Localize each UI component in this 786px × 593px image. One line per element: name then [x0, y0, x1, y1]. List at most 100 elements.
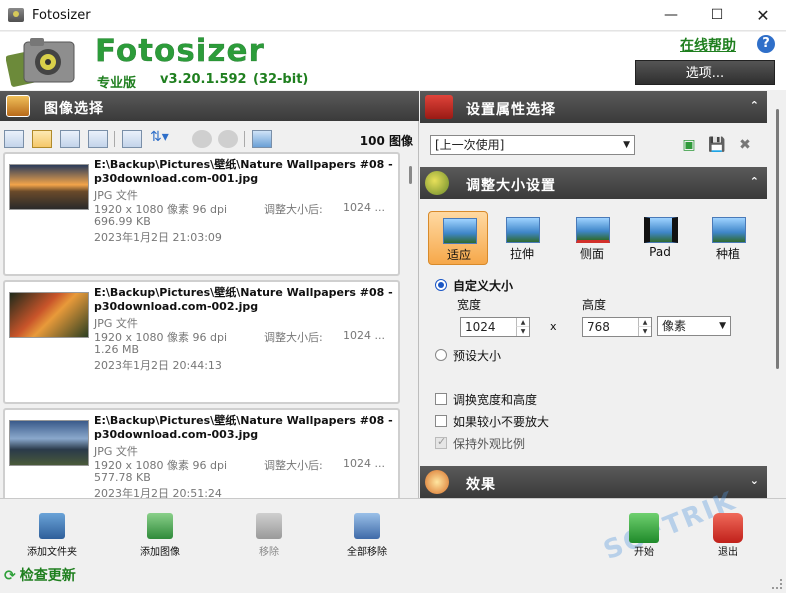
spin-down-icon[interactable]: ▼ — [516, 327, 529, 336]
settings-scrollbar[interactable] — [770, 97, 784, 497]
camera-logo-icon — [6, 38, 75, 87]
toolbar-separator — [114, 131, 115, 147]
magic-wand-icon — [425, 470, 449, 494]
exit-button[interactable]: 退出 — [693, 509, 763, 558]
swap-label: 调换宽度和高度 — [453, 393, 538, 407]
thumbnail — [9, 292, 89, 338]
image-toolbar: ⇅▾ 100 图像 — [0, 129, 419, 151]
mode-label: 种植 — [715, 247, 740, 261]
mode-fit[interactable]: 适应 — [428, 211, 488, 265]
width-label: 宽度 — [457, 298, 482, 312]
check-updates-link[interactable]: ⟳ 检查更新 — [4, 565, 76, 585]
preset-size-radio[interactable] — [435, 349, 447, 361]
image-selection-panel: 图像选择 ⇅▾ 100 图像 E:\Backup\Pictures\壁纸\Nat… — [0, 91, 419, 498]
pad-icon — [644, 217, 678, 243]
add-folder-icon — [39, 513, 65, 539]
list-item[interactable]: E:\Backup\Pictures\壁纸\Nature Wallpapers … — [3, 152, 400, 276]
fit-icon — [443, 218, 477, 244]
keep-aspect-checkbox[interactable] — [435, 435, 447, 449]
save-preset-icon[interactable]: 💾 — [708, 136, 726, 154]
close-button[interactable]: ✕ — [740, 0, 786, 31]
mode-crop[interactable]: 种植 — [698, 211, 758, 265]
add-folder-button[interactable]: 添加文件夹 — [17, 509, 87, 558]
options-button[interactable]: 选项... — [635, 60, 775, 85]
resize-header[interactable]: 调整大小设置 ⌃ — [420, 167, 767, 199]
app-header: Fotosizer 专业版 v3.20.1.592 (32-bit) 在线帮助 … — [0, 32, 786, 91]
collapse-icon[interactable]: ⌃ — [750, 99, 759, 112]
add-images-button[interactable]: 添加图像 — [125, 509, 195, 558]
effects-title: 效果 — [466, 477, 496, 493]
resize-label: 调整大小后: — [264, 331, 323, 344]
view-tiles-icon[interactable] — [60, 130, 80, 148]
online-help-link[interactable]: 在线帮助 — [680, 35, 736, 55]
no-enlarge-checkbox[interactable] — [435, 415, 447, 427]
delete-preset-icon[interactable]: ✖ — [736, 136, 754, 154]
columns-icon[interactable] — [122, 130, 142, 148]
list-item[interactable]: E:\Backup\Pictures\壁纸\Nature Wallpapers … — [3, 280, 400, 404]
spin-up-icon[interactable]: ▲ — [516, 318, 529, 327]
help-icon[interactable]: ? — [757, 35, 775, 53]
view-thumbnails-icon[interactable] — [32, 130, 52, 148]
title-bar: Fotosizer — ☐ ✕ — [0, 0, 786, 31]
remove-button[interactable]: 移除 — [234, 509, 304, 558]
remove-all-button[interactable]: 全部移除 — [332, 509, 402, 558]
file-name: E:\Backup\Pictures\壁纸\Nature Wallpapers … — [94, 286, 393, 313]
add-preset-icon[interactable]: ▣ — [680, 136, 698, 154]
preset-select[interactable]: [上一次使用] ▼ — [430, 135, 635, 155]
custom-size-label: 自定义大小 — [453, 279, 514, 293]
minimize-button[interactable]: — — [648, 0, 694, 31]
image-count: 100 图像 — [359, 134, 413, 148]
spin-down-icon[interactable]: ▼ — [638, 327, 651, 336]
start-button[interactable]: 开始 — [609, 509, 679, 558]
view-list-icon[interactable] — [88, 130, 108, 148]
profile-header[interactable]: 设置属性选择 ⌃ — [420, 91, 767, 123]
photo-stack-icon — [6, 95, 30, 117]
height-input[interactable]: 768 ▲ ▼ — [582, 317, 652, 337]
expand-icon[interactable]: ⌄ — [750, 474, 759, 487]
mode-pad[interactable]: Pad — [630, 211, 690, 265]
settings-panel: 设置属性选择 ⌃ [上一次使用] ▼ ▣ 💾 ✖ 调整大小设置 ⌃ 适应 拉伸 … — [420, 91, 786, 498]
unit-select[interactable]: 像素 ▼ — [657, 316, 731, 336]
image-list-scrollbar[interactable] — [404, 152, 418, 498]
image-panel-title: 图像选择 — [44, 101, 104, 117]
maximize-button[interactable]: ☐ — [694, 0, 740, 31]
preview-icon[interactable] — [252, 130, 272, 148]
file-name: E:\Backup\Pictures\壁纸\Nature Wallpapers … — [94, 158, 393, 185]
chevron-down-icon: ▼ — [623, 140, 630, 150]
version-label: v3.20.1.592 — [160, 72, 247, 87]
rotate-left-icon[interactable] — [192, 130, 212, 148]
list-item[interactable]: E:\Backup\Pictures\壁纸\Nature Wallpapers … — [3, 408, 400, 498]
custom-size-radio[interactable] — [435, 279, 447, 291]
scrollbar-thumb[interactable] — [776, 109, 779, 369]
scrollbar-thumb[interactable] — [409, 166, 412, 184]
mode-label: 适应 — [446, 248, 471, 262]
stretch-icon — [506, 217, 540, 243]
collapse-icon[interactable]: ⌃ — [750, 175, 759, 188]
check-updates-label: 检查更新 — [19, 568, 76, 584]
keep-aspect-label: 保持外观比例 — [453, 437, 526, 451]
resize-value: 1024 ... — [343, 457, 385, 470]
unit-value: 像素 — [662, 319, 687, 333]
swap-checkbox[interactable] — [435, 393, 447, 405]
crop-icon — [712, 217, 746, 243]
height-value: 768 — [587, 320, 610, 334]
view-details-icon[interactable] — [4, 130, 24, 148]
play-icon — [629, 513, 659, 543]
height-label: 高度 — [582, 298, 607, 312]
file-date: 2023年1月2日 20:44:13 — [94, 359, 222, 372]
mode-side[interactable]: 侧面 — [562, 211, 622, 265]
remove-icon — [256, 513, 282, 539]
add-folder-label: 添加文件夹 — [27, 547, 77, 558]
resize-grip[interactable] — [772, 579, 782, 589]
sort-icon[interactable]: ⇅▾ — [150, 129, 178, 149]
chevron-down-icon: ▼ — [719, 321, 726, 331]
image-list[interactable]: E:\Backup\Pictures\壁纸\Nature Wallpapers … — [3, 152, 403, 498]
mode-stretch[interactable]: 拉伸 — [492, 211, 552, 265]
toolbar-separator — [244, 131, 245, 147]
rotate-right-icon[interactable] — [218, 130, 238, 148]
remove-label: 移除 — [259, 547, 279, 558]
spin-up-icon[interactable]: ▲ — [638, 318, 651, 327]
refresh-icon: ⟳ — [4, 568, 16, 584]
width-input[interactable]: 1024 ▲ ▼ — [460, 317, 530, 337]
file-name: E:\Backup\Pictures\壁纸\Nature Wallpapers … — [94, 414, 393, 441]
